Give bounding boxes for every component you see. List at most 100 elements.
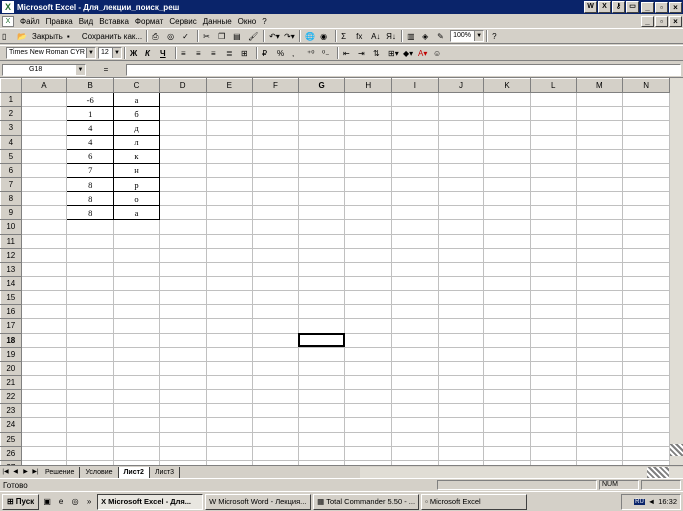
zoom-select[interactable]: 100% ▼ xyxy=(450,30,485,42)
menu-file[interactable]: Файл xyxy=(17,17,43,26)
column-header-j[interactable]: J xyxy=(437,78,485,94)
cell-c16[interactable] xyxy=(113,304,160,320)
task-total-commander[interactable]: ▦ Total Commander 5.50 - ... xyxy=(313,493,420,510)
cell-j11[interactable] xyxy=(437,233,485,249)
cell-l4[interactable] xyxy=(529,134,577,150)
language-indicator[interactable]: RU xyxy=(634,498,645,505)
chevron-down-icon[interactable]: ▼ xyxy=(474,31,484,41)
cell-i26[interactable] xyxy=(391,445,439,461)
cell-e1[interactable] xyxy=(205,92,254,108)
cell-c13[interactable] xyxy=(113,261,160,277)
map-icon[interactable]: ◈ xyxy=(421,30,434,43)
cell-i5[interactable] xyxy=(391,148,439,164)
cell-l8[interactable] xyxy=(529,191,577,207)
word-icon[interactable]: W xyxy=(584,1,597,13)
cell-b5[interactable]: 6 xyxy=(66,148,115,164)
cell-c20[interactable] xyxy=(113,360,160,376)
cell-e6[interactable] xyxy=(205,162,254,178)
cell-f3[interactable] xyxy=(252,120,299,136)
tab-list2[interactable]: Лист2 xyxy=(118,466,150,478)
cell-m13[interactable] xyxy=(575,261,624,277)
cell-k24[interactable] xyxy=(483,417,531,433)
cell-e19[interactable] xyxy=(205,346,254,362)
cell-l10[interactable] xyxy=(529,219,577,235)
cell-b2[interactable]: 1 xyxy=(66,106,115,122)
cell-a16[interactable] xyxy=(20,304,68,320)
menu-help[interactable]: ? xyxy=(259,17,269,26)
cell-c12[interactable] xyxy=(113,247,160,263)
cell-n8[interactable] xyxy=(622,191,670,207)
cell-d2[interactable] xyxy=(158,106,207,122)
desktop-icon[interactable]: ▣ xyxy=(41,496,53,508)
cell-f2[interactable] xyxy=(252,106,299,122)
folder-icon[interactable]: ▭ xyxy=(626,1,639,13)
cell-j19[interactable] xyxy=(437,346,485,362)
row-header[interactable]: 9 xyxy=(0,205,22,221)
cell-j17[interactable] xyxy=(437,318,485,334)
print-icon[interactable]: ⎙ xyxy=(151,30,164,43)
hscroll-thumb[interactable] xyxy=(647,466,669,478)
cell-a25[interactable] xyxy=(20,431,68,447)
cell-b25[interactable] xyxy=(66,431,115,447)
cell-d1[interactable] xyxy=(158,92,207,108)
cell-h4[interactable] xyxy=(344,134,393,150)
minimize-button[interactable]: _ xyxy=(641,1,654,13)
cell-j9[interactable] xyxy=(437,205,485,221)
cell-d15[interactable] xyxy=(158,290,207,306)
cell-e24[interactable] xyxy=(205,417,254,433)
cell-m5[interactable] xyxy=(575,148,624,164)
doc-close-button[interactable]: × xyxy=(669,15,682,27)
cell-g24[interactable] xyxy=(297,417,346,433)
cell-a12[interactable] xyxy=(20,247,68,263)
cut-icon[interactable]: ✂ xyxy=(202,30,215,43)
cell-i2[interactable] xyxy=(391,106,439,122)
percent-button[interactable]: % xyxy=(276,47,289,60)
row-header[interactable]: 6 xyxy=(0,162,22,178)
cell-e15[interactable] xyxy=(205,290,254,306)
cell-b16[interactable] xyxy=(66,304,115,320)
cell-d19[interactable] xyxy=(158,346,207,362)
cell-h18[interactable] xyxy=(344,332,393,348)
cell-b20[interactable] xyxy=(66,360,115,376)
cell-j7[interactable] xyxy=(437,176,485,193)
cell-j8[interactable] xyxy=(437,191,485,207)
cell-m24[interactable] xyxy=(575,417,624,433)
row-header[interactable]: 8 xyxy=(0,191,22,207)
cell-k9[interactable] xyxy=(483,205,531,221)
cell-g8[interactable] xyxy=(297,191,346,207)
cell-d14[interactable] xyxy=(158,275,207,292)
cell-m12[interactable] xyxy=(575,247,624,263)
tab-reshenie[interactable]: Решение xyxy=(40,466,81,478)
start-button[interactable]: ⊞ Пуск xyxy=(2,493,40,510)
cell-a11[interactable] xyxy=(20,233,68,249)
row-header[interactable]: 17 xyxy=(0,318,22,334)
cell-a5[interactable] xyxy=(20,148,68,164)
font-color-icon[interactable]: A▾ xyxy=(417,47,430,60)
task-excel-main[interactable]: X Microsoft Excel - Для... xyxy=(97,493,204,510)
cell-j26[interactable] xyxy=(437,445,485,461)
cell-m2[interactable] xyxy=(575,106,624,122)
cell-g18[interactable] xyxy=(297,332,346,348)
cell-l2[interactable] xyxy=(529,106,577,122)
cell-f22[interactable] xyxy=(252,389,299,405)
cell-n13[interactable] xyxy=(622,261,670,277)
cell-c18[interactable] xyxy=(113,332,160,348)
cell-a6[interactable] xyxy=(20,162,68,178)
menu-window[interactable]: Окно xyxy=(235,17,260,26)
cell-c22[interactable] xyxy=(113,389,160,405)
cell-m4[interactable] xyxy=(575,134,624,150)
cell-n9[interactable] xyxy=(622,205,670,221)
cell-j4[interactable] xyxy=(437,134,485,150)
new-icon[interactable]: ▯ xyxy=(1,30,14,43)
cell-g13[interactable] xyxy=(297,261,346,277)
cell-h25[interactable] xyxy=(344,431,393,447)
formula-input[interactable] xyxy=(126,63,681,76)
align-center-icon[interactable]: ≡ xyxy=(195,47,208,60)
cell-i12[interactable] xyxy=(391,247,439,263)
cell-l15[interactable] xyxy=(529,290,577,306)
cell-a23[interactable] xyxy=(20,403,68,419)
ie-icon[interactable]: e xyxy=(55,496,67,508)
cell-j25[interactable] xyxy=(437,431,485,447)
cell-h26[interactable] xyxy=(344,445,393,461)
cell-e3[interactable] xyxy=(205,120,254,136)
